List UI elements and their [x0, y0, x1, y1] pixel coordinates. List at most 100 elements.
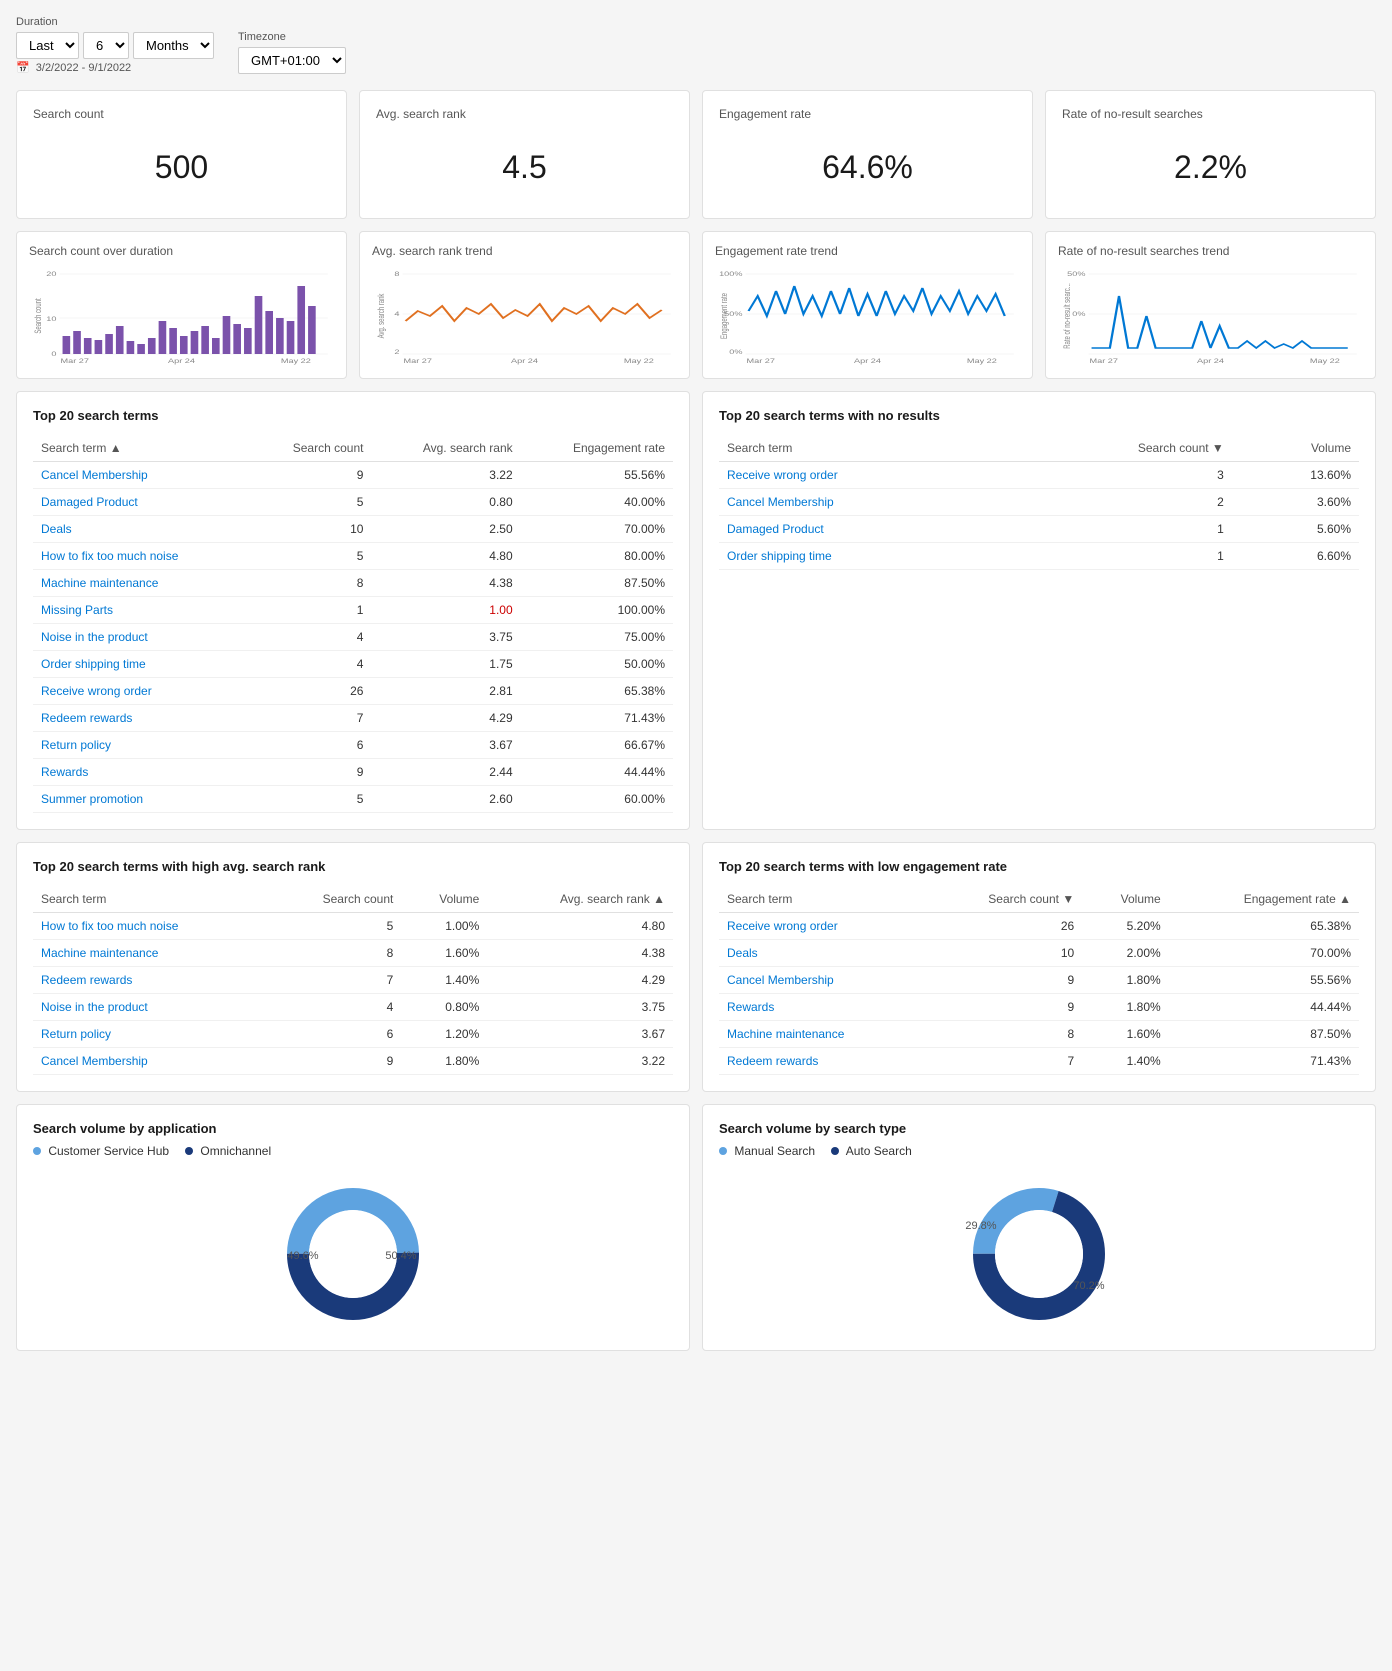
sort-icon-le-eng: ▲	[1339, 892, 1351, 906]
svg-text:50%: 50%	[724, 311, 742, 318]
search-term-link[interactable]: Return policy	[33, 732, 249, 759]
col-hr-term[interactable]: Search term	[33, 886, 268, 913]
nr-term-link[interactable]: Order shipping time	[719, 543, 1003, 570]
svg-text:8: 8	[394, 271, 399, 278]
svg-text:Search count: Search count	[33, 298, 44, 334]
col-nr-count[interactable]: Search count ▼	[1003, 435, 1232, 462]
col-le-engagement[interactable]: Engagement rate ▲	[1169, 886, 1359, 913]
table-row: Rewards91.80%44.44%	[719, 994, 1359, 1021]
search-count-cell: 6	[249, 732, 371, 759]
kpi-search-count-title: Search count	[33, 107, 330, 121]
le-volume-cell: 1.40%	[1082, 1048, 1168, 1075]
svg-text:50%: 50%	[1067, 271, 1085, 278]
col-search-term[interactable]: Search term ▲	[33, 435, 249, 462]
last-select[interactable]: Last	[16, 32, 79, 59]
svg-text:May 22: May 22	[967, 358, 997, 365]
hr-term-link[interactable]: Noise in the product	[33, 994, 268, 1021]
le-term-link[interactable]: Machine maintenance	[719, 1021, 925, 1048]
table-row: Return policy61.20%3.67	[33, 1021, 673, 1048]
donut-app-svg: 49.6% 50.4%	[273, 1174, 433, 1334]
nr-volume-cell: 6.60%	[1232, 543, 1359, 570]
nr-term-link[interactable]: Cancel Membership	[719, 489, 1003, 516]
hr-rank-cell: 4.38	[487, 940, 673, 967]
search-term-link[interactable]: Redeem rewards	[33, 705, 249, 732]
col-le-volume[interactable]: Volume	[1082, 886, 1168, 913]
period-select[interactable]: Months	[133, 32, 214, 59]
low-engagement-scroll[interactable]: Search term Search count ▼ Volume Engage…	[719, 886, 1359, 1075]
nr-count-cell: 3	[1003, 462, 1232, 489]
col-hr-volume[interactable]: Volume	[401, 886, 487, 913]
hr-term-link[interactable]: Machine maintenance	[33, 940, 268, 967]
nr-term-link[interactable]: Receive wrong order	[719, 462, 1003, 489]
col-hr-rank[interactable]: Avg. search rank ▲	[487, 886, 673, 913]
table-row: Machine maintenance84.3887.50%	[33, 570, 673, 597]
line-chart-avg-rank-svg: Avg. search rank 8 4 2 Mar 27 Apr 24 May…	[372, 266, 677, 366]
top20-search-terms-card: Top 20 search terms Search term ▲ Search…	[16, 391, 690, 830]
engagement-rate-cell: 50.00%	[521, 651, 673, 678]
table-row: Redeem rewards71.40%4.29	[33, 967, 673, 994]
line-chart-no-result-svg: Rate of no-result searc... 50% 0% Mar 27…	[1058, 266, 1363, 366]
kpi-avg-rank-title: Avg. search rank	[376, 107, 673, 121]
svg-text:Mar 27: Mar 27	[747, 358, 775, 365]
le-term-link[interactable]: Rewards	[719, 994, 925, 1021]
col-le-count[interactable]: Search count ▼	[925, 886, 1082, 913]
hr-term-link[interactable]: Redeem rewards	[33, 967, 268, 994]
search-term-link[interactable]: Damaged Product	[33, 489, 249, 516]
le-engagement-cell: 71.43%	[1169, 1048, 1359, 1075]
chart-engagement-trend-area: Engagement rate 100% 50% 0% Mar 27 Apr 2…	[715, 266, 1020, 366]
sort-icon-nr-count: ▼	[1212, 441, 1224, 455]
le-volume-cell: 2.00%	[1082, 940, 1168, 967]
search-term-link[interactable]: Order shipping time	[33, 651, 249, 678]
legend-manual: Manual Search	[719, 1144, 815, 1158]
search-term-link[interactable]: Cancel Membership	[33, 462, 249, 489]
nr-term-link[interactable]: Damaged Product	[719, 516, 1003, 543]
search-term-link[interactable]: Noise in the product	[33, 624, 249, 651]
search-count-cell: 4	[249, 624, 371, 651]
search-term-link[interactable]: Machine maintenance	[33, 570, 249, 597]
search-term-link[interactable]: How to fix too much noise	[33, 543, 249, 570]
le-volume-cell: 5.20%	[1082, 913, 1168, 940]
search-term-link[interactable]: Deals	[33, 516, 249, 543]
table-row: Cancel Membership91.80%3.22	[33, 1048, 673, 1075]
search-count-cell: 8	[249, 570, 371, 597]
col-engagement[interactable]: Engagement rate	[521, 435, 673, 462]
date-range-text: 3/2/2022 - 9/1/2022	[36, 62, 131, 74]
svg-text:10: 10	[46, 316, 56, 323]
legend-manual-label: Manual Search	[734, 1144, 815, 1158]
le-term-link[interactable]: Redeem rewards	[719, 1048, 925, 1075]
table-row: Order shipping time16.60%	[719, 543, 1359, 570]
search-term-link[interactable]: Missing Parts	[33, 597, 249, 624]
months-count-select[interactable]: 6	[83, 32, 129, 59]
legend-hub-dot	[33, 1147, 41, 1155]
svg-text:Apr 24: Apr 24	[511, 358, 539, 365]
hr-term-link[interactable]: How to fix too much noise	[33, 913, 268, 940]
le-volume-cell: 1.80%	[1082, 967, 1168, 994]
le-term-link[interactable]: Deals	[719, 940, 925, 967]
le-term-link[interactable]: Receive wrong order	[719, 913, 925, 940]
top20-search-terms-title: Top 20 search terms	[33, 408, 673, 423]
col-nr-volume[interactable]: Volume	[1232, 435, 1359, 462]
chart-avg-rank: Avg. search rank trend Avg. search rank …	[359, 231, 690, 379]
timezone-select[interactable]: GMT+01:00	[238, 47, 346, 74]
le-term-link[interactable]: Cancel Membership	[719, 967, 925, 994]
search-term-link[interactable]: Summer promotion	[33, 786, 249, 813]
col-hr-count[interactable]: Search count	[268, 886, 401, 913]
col-search-count[interactable]: Search count	[249, 435, 371, 462]
col-nr-search-term[interactable]: Search term	[719, 435, 1003, 462]
low-engagement-card: Top 20 search terms with low engagement …	[702, 842, 1376, 1092]
rank-engagement-tables-row: Top 20 search terms with high avg. searc…	[16, 842, 1376, 1092]
search-term-link[interactable]: Rewards	[33, 759, 249, 786]
avg-rank-cell: 4.80	[371, 543, 520, 570]
col-le-term[interactable]: Search term	[719, 886, 925, 913]
hr-term-link[interactable]: Cancel Membership	[33, 1048, 268, 1075]
search-count-cell: 1	[249, 597, 371, 624]
search-term-link[interactable]: Receive wrong order	[33, 678, 249, 705]
table-row: How to fix too much noise54.8080.00%	[33, 543, 673, 570]
high-rank-scroll[interactable]: Search term Search count Volume Avg. sea…	[33, 886, 673, 1075]
hr-term-link[interactable]: Return policy	[33, 1021, 268, 1048]
svg-text:Avg. search rank: Avg. search rank	[376, 293, 387, 338]
svg-text:20: 20	[46, 271, 56, 278]
table-row: Receive wrong order265.20%65.38%	[719, 913, 1359, 940]
col-avg-rank[interactable]: Avg. search rank	[371, 435, 520, 462]
sort-icon-hr-rank: ▲	[653, 892, 665, 906]
